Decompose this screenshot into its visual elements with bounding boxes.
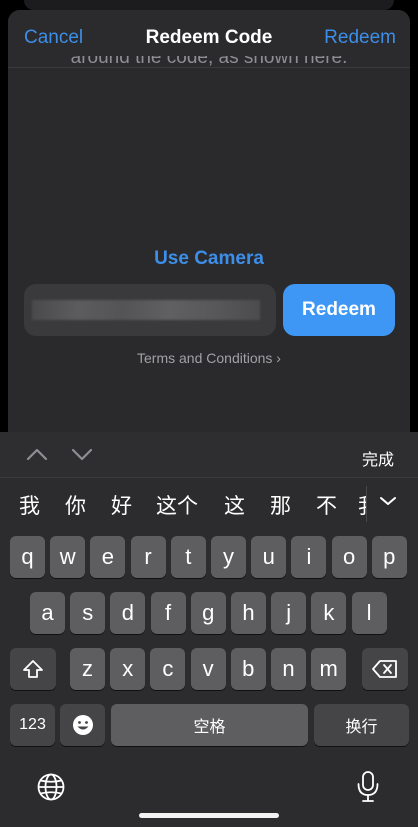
- chevron-up-icon[interactable]: [26, 446, 48, 462]
- divider: [366, 486, 367, 522]
- instruction-text: around the code, as shown here.: [8, 56, 410, 68]
- code-input[interactable]: [24, 284, 276, 336]
- key-u[interactable]: u: [251, 536, 287, 578]
- code-value-redacted: [32, 300, 260, 320]
- candidate-item[interactable]: 这: [224, 490, 245, 520]
- keyboard-toolbar: 完成: [0, 432, 418, 478]
- candidate-item[interactable]: 不: [316, 490, 337, 520]
- key-o[interactable]: o: [331, 536, 367, 578]
- microphone-icon[interactable]: [354, 770, 382, 804]
- use-camera-link[interactable]: Use Camera: [8, 248, 410, 270]
- shift-icon: [23, 660, 43, 678]
- terms-link[interactable]: Terms and Conditions ›: [8, 350, 410, 366]
- candidate-item[interactable]: 那: [270, 490, 291, 520]
- key-d[interactable]: d: [110, 592, 146, 634]
- globe-icon[interactable]: [36, 772, 66, 802]
- keyboard: 完成 我 你 好 这个 这 那 不 我 qwertyuiop asdfghjkl…: [0, 432, 418, 827]
- shift-key[interactable]: [10, 648, 56, 690]
- emoji-icon: [72, 715, 93, 735]
- candidate-item[interactable]: 这个: [156, 490, 198, 520]
- key-t[interactable]: t: [170, 536, 206, 578]
- chevron-down-icon[interactable]: [71, 446, 93, 462]
- key-f[interactable]: f: [150, 592, 186, 634]
- key-p[interactable]: p: [371, 536, 407, 578]
- key-h[interactable]: h: [231, 592, 266, 634]
- key-s[interactable]: s: [70, 592, 106, 634]
- key-x[interactable]: x: [110, 648, 146, 690]
- background-page-peek: [24, 0, 394, 10]
- candidate-overflow: 我: [358, 478, 366, 528]
- chevron-down-icon[interactable]: [378, 494, 398, 508]
- redeem-button[interactable]: Redeem: [283, 284, 395, 336]
- emoji-key[interactable]: [60, 704, 105, 746]
- instruction-text-label: around the code, as shown here.: [70, 56, 348, 68]
- done-button[interactable]: 完成: [362, 446, 394, 470]
- numbers-key[interactable]: 123: [10, 704, 55, 746]
- candidate-item[interactable]: 我: [19, 490, 40, 520]
- nav-redeem-button[interactable]: Redeem: [324, 27, 396, 49]
- key-l[interactable]: l: [351, 592, 387, 634]
- key-k[interactable]: k: [311, 592, 347, 634]
- key-b[interactable]: b: [230, 648, 266, 690]
- key-m[interactable]: m: [311, 648, 347, 690]
- key-w[interactable]: w: [50, 536, 86, 578]
- key-a[interactable]: a: [30, 592, 65, 634]
- key-y[interactable]: y: [211, 536, 246, 578]
- key-z[interactable]: z: [70, 648, 105, 690]
- candidate-item[interactable]: 你: [65, 490, 86, 520]
- home-indicator: [139, 813, 279, 818]
- space-key[interactable]: 空格: [111, 704, 308, 746]
- key-i[interactable]: i: [291, 536, 327, 578]
- key-r[interactable]: r: [130, 536, 166, 578]
- key-c[interactable]: c: [150, 648, 186, 690]
- key-e[interactable]: e: [90, 536, 126, 578]
- delete-icon: [372, 660, 397, 678]
- candidate-item[interactable]: 好: [111, 490, 132, 520]
- key-n[interactable]: n: [271, 648, 306, 690]
- key-q[interactable]: q: [10, 536, 45, 578]
- key-v[interactable]: v: [190, 648, 226, 690]
- candidate-bar: 我 你 好 这个 这 那 不 我: [0, 478, 418, 528]
- key-g[interactable]: g: [190, 592, 226, 634]
- return-key[interactable]: 换行: [314, 704, 409, 746]
- delete-key[interactable]: [362, 648, 408, 690]
- candidate-item[interactable]: 我: [358, 490, 366, 520]
- key-j[interactable]: j: [271, 592, 307, 634]
